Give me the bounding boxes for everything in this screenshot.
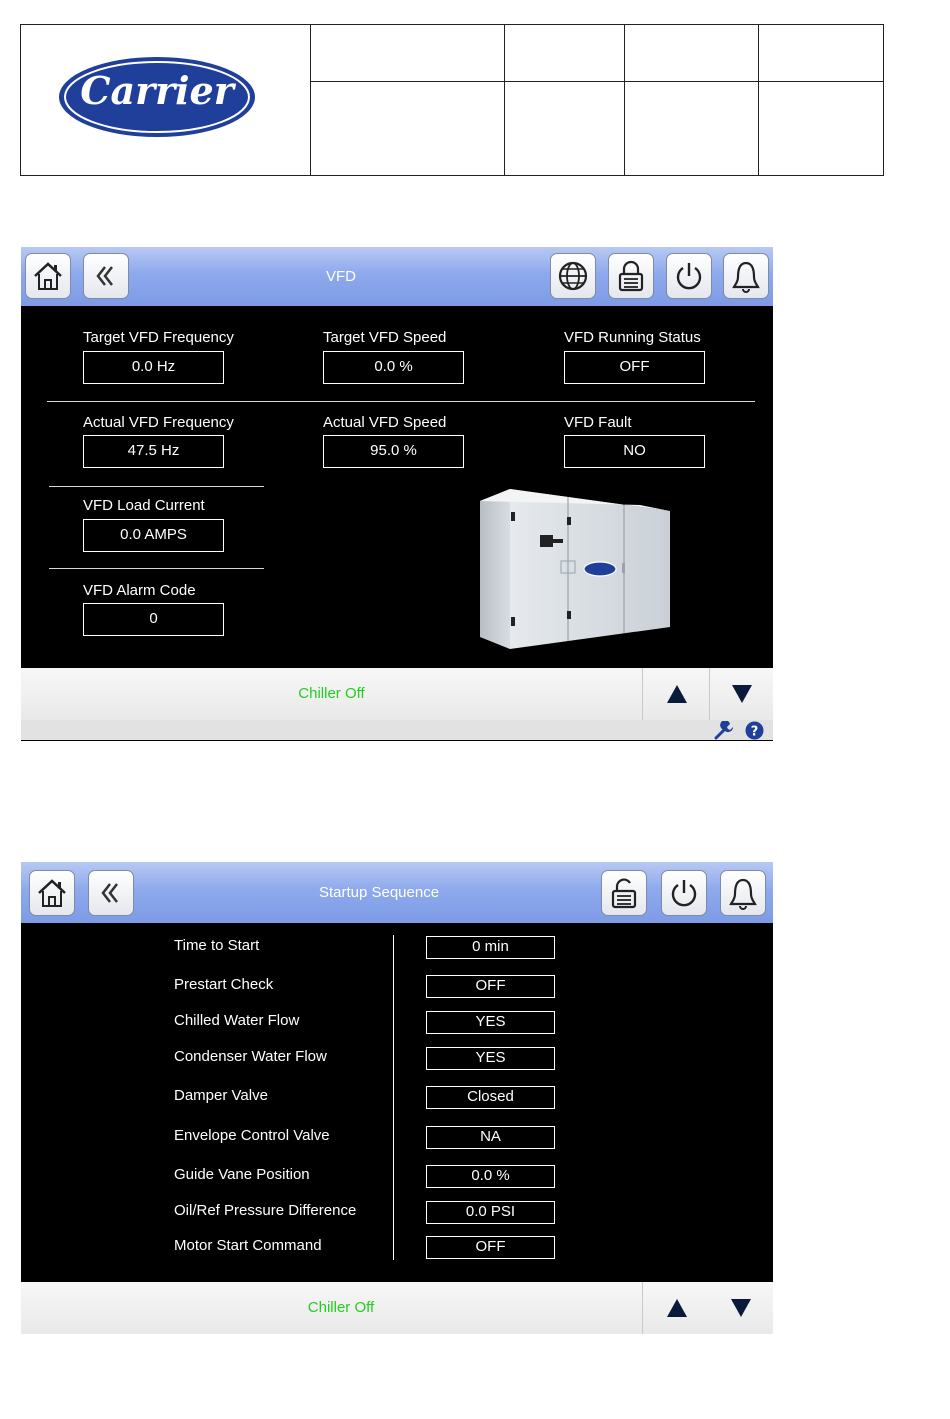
divider — [47, 401, 755, 402]
vfd-screen: VFD Target VFD Frequency 0.0 Hz Target V… — [21, 247, 773, 741]
screen-title: Startup Sequence — [318, 884, 440, 901]
guide-vane-position-value[interactable]: 0.0 % — [426, 1165, 555, 1188]
time-to-start-value[interactable]: 0 min — [426, 936, 555, 959]
column-divider — [393, 935, 394, 1260]
prestart-check-value[interactable]: OFF — [426, 975, 555, 998]
svg-text:?: ? — [751, 725, 759, 740]
status-bar: Chiller Off — [21, 668, 773, 720]
envelope-control-valve-label: Envelope Control Valve — [174, 1127, 330, 1144]
scroll-up-button[interactable] — [642, 668, 710, 720]
unlock-icon — [611, 878, 637, 909]
chilled-water-flow-label: Chilled Water Flow — [174, 1012, 300, 1029]
condenser-water-flow-label: Condenser Water Flow — [174, 1048, 327, 1065]
logo-text: Carrier — [80, 68, 234, 113]
start-stop-button[interactable] — [666, 253, 712, 299]
envelope-control-valve-value[interactable]: NA — [426, 1126, 555, 1149]
document-header-table: Carrier — [20, 24, 884, 176]
home-icon — [38, 879, 66, 907]
divider — [49, 568, 264, 569]
back-button[interactable] — [83, 253, 129, 299]
startup-sequence-screen: Startup Sequence Time to Start 0 min Pre… — [21, 862, 773, 1334]
oil-ref-pressure-difference-label: Oil/Ref Pressure Difference — [174, 1202, 357, 1219]
divider — [49, 486, 264, 487]
target-vfd-speed-value[interactable]: 0.0 % — [323, 351, 464, 384]
time-to-start-label: Time to Start — [174, 937, 260, 954]
damper-valve-value[interactable]: Closed — [426, 1086, 555, 1109]
table-divider — [504, 25, 505, 175]
target-vfd-frequency-label: Target VFD Frequency — [83, 329, 234, 346]
target-vfd-frequency-value[interactable]: 0.0 Hz — [83, 351, 224, 384]
alarms-button[interactable] — [720, 870, 766, 916]
title-bar: Startup Sequence — [21, 862, 773, 923]
screen-title: VFD — [326, 268, 356, 285]
chiller-status: Chiller Off — [307, 1299, 375, 1316]
triangle-down-icon — [732, 685, 752, 703]
vfd-alarm-code-value[interactable]: 0 — [83, 603, 224, 636]
help-icon[interactable]: ? — [745, 721, 764, 740]
triangle-down-icon — [731, 1299, 751, 1317]
back-icon — [96, 266, 113, 286]
target-vfd-speed-label: Target VFD Speed — [323, 329, 447, 346]
scroll-up-button[interactable] — [642, 1282, 710, 1334]
oil-ref-pressure-difference-value[interactable]: 0.0 PSI — [426, 1201, 555, 1224]
condenser-water-flow-value[interactable]: YES — [426, 1047, 555, 1070]
table-divider — [758, 25, 759, 175]
home-icon — [34, 262, 62, 290]
vfd-fault-label: VFD Fault — [564, 414, 632, 431]
language-button[interactable] — [550, 253, 596, 299]
actual-vfd-frequency-value[interactable]: 47.5 Hz — [83, 435, 224, 468]
damper-valve-label: Damper Valve — [174, 1087, 268, 1104]
guide-vane-position-label: Guide Vane Position — [174, 1166, 310, 1183]
chiller-status: Chiller Off — [298, 685, 365, 702]
actual-vfd-frequency-label: Actual VFD Frequency — [83, 414, 234, 431]
vfd-running-status-label: VFD Running Status — [564, 329, 701, 346]
actual-vfd-speed-label: Actual VFD Speed — [323, 414, 447, 431]
vfd-load-current-value[interactable]: 0.0 AMPS — [83, 519, 224, 552]
start-stop-button[interactable] — [661, 870, 707, 916]
lock-icon — [618, 260, 644, 292]
vfd-running-status-value[interactable]: OFF — [564, 351, 705, 384]
table-divider — [310, 25, 311, 175]
motor-start-command-label: Motor Start Command — [174, 1237, 322, 1254]
bell-icon — [729, 878, 757, 910]
login-button[interactable] — [601, 870, 647, 916]
back-icon — [101, 883, 118, 903]
power-icon — [676, 263, 702, 290]
bottom-tool-strip: ? — [21, 720, 773, 740]
prestart-check-label: Prestart Check — [174, 976, 274, 993]
globe-icon — [558, 261, 588, 291]
scroll-down-button[interactable] — [709, 668, 774, 720]
wrench-icon[interactable] — [714, 721, 734, 740]
vfd-fault-value[interactable]: NO — [564, 435, 705, 468]
table-divider — [310, 81, 883, 82]
vfd-load-current-label: VFD Load Current — [83, 497, 205, 514]
table-divider — [624, 25, 625, 175]
vfd-cabinet-image — [480, 489, 670, 649]
login-button[interactable] — [608, 253, 654, 299]
home-button[interactable] — [29, 870, 75, 916]
power-icon — [671, 880, 697, 907]
triangle-up-icon — [666, 685, 687, 703]
actual-vfd-speed-value[interactable]: 95.0 % — [323, 435, 464, 468]
title-bar: VFD — [21, 247, 773, 306]
home-button[interactable] — [25, 253, 71, 299]
triangle-up-icon — [666, 1299, 687, 1317]
scroll-down-button[interactable] — [709, 1282, 773, 1334]
status-bar: Chiller Off — [21, 1282, 773, 1334]
motor-start-command-value[interactable]: OFF — [426, 1236, 555, 1259]
alarms-button[interactable] — [723, 253, 769, 299]
chilled-water-flow-value[interactable]: YES — [426, 1011, 555, 1034]
vfd-alarm-code-label: VFD Alarm Code — [83, 582, 196, 599]
back-button[interactable] — [88, 870, 134, 916]
bell-icon — [732, 261, 760, 293]
